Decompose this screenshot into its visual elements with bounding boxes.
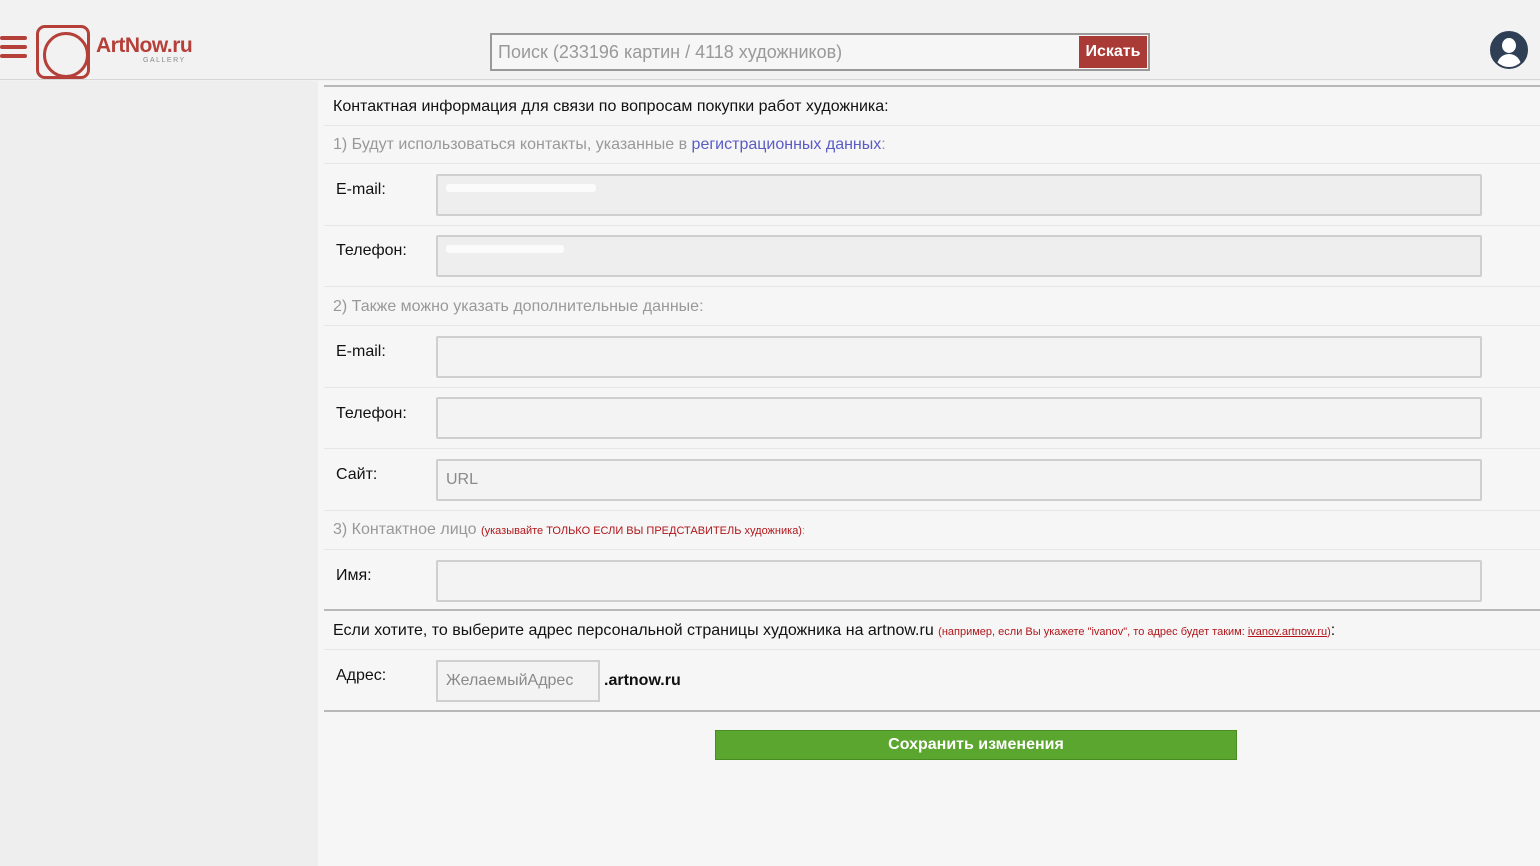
section1-colon: : [881, 136, 886, 153]
phone-row: Телефон: [324, 226, 1540, 287]
site-logo[interactable]: ArtNow.ru GALLERY [36, 25, 194, 79]
save-changes-button[interactable]: Сохранить изменения [715, 730, 1237, 760]
registration-data-link[interactable]: регистрационных данных [692, 136, 882, 153]
email2-field[interactable] [436, 336, 1482, 378]
address-row: Адрес: .artnow.ru [324, 650, 1540, 710]
section1-title: 1) Будут использоваться контакты, указан… [333, 136, 886, 154]
user-avatar-icon[interactable] [1490, 31, 1528, 69]
email2-label: E-mail: [336, 343, 386, 360]
menu-icon[interactable] [0, 36, 27, 60]
section3-text: 3) Контактное лицо [333, 521, 481, 538]
left-sidebar [0, 81, 318, 866]
email-label: E-mail: [336, 181, 386, 198]
email2-row: E-mail: [324, 326, 1540, 388]
contact-form: Контактная информация для связи по вопро… [318, 81, 1540, 866]
top-header: ArtNow.ru GALLERY Искать [0, 0, 1540, 80]
site-row: Сайт: [324, 449, 1540, 511]
site-label: Сайт: [336, 466, 378, 483]
section3-row: 3) Контактное лицо (указывайте ТОЛЬКО ЕС… [324, 511, 1540, 550]
form-intro-row: Контактная информация для связи по вопро… [324, 87, 1540, 126]
section1-row: 1) Будут использоваться контакты, указан… [324, 126, 1540, 164]
phone-field[interactable] [436, 235, 1482, 277]
example-address-link[interactable]: ivanov.artnow.ru [1248, 626, 1327, 638]
phone2-field[interactable] [436, 397, 1482, 439]
search-button[interactable]: Искать [1079, 36, 1147, 68]
search-input[interactable] [492, 35, 1078, 69]
name-row: Имя: [324, 550, 1540, 610]
logo-text: ArtNow.ru [96, 34, 193, 57]
address-label: Адрес: [336, 667, 387, 684]
phone2-row: Телефон: [324, 388, 1540, 449]
email-row: E-mail: [324, 164, 1540, 226]
section2-title: 2) Также можно указать дополнительные да… [333, 298, 704, 315]
address-intro: Если хотите, то выберите адрес персональ… [333, 622, 1335, 640]
address-colon: : [1330, 622, 1336, 639]
section2-row: 2) Также можно указать дополнительные да… [324, 287, 1540, 326]
section3-colon: : [801, 525, 806, 537]
phone-label: Телефон: [336, 242, 407, 259]
address-intro-row: Если хотите, то выберите адрес персональ… [324, 611, 1540, 650]
logo-subtitle: GALLERY [143, 57, 186, 64]
form-intro: Контактная информация для связи по вопро… [333, 98, 889, 115]
section3-note: (указывайте ТОЛЬКО ЕСЛИ ВЫ ПРЕДСТАВИТЕЛЬ… [480, 525, 802, 537]
search-bar: Искать [490, 33, 1150, 71]
address-note: (например, если Вы укажете "ivanov", то … [938, 626, 1331, 638]
section3-title: 3) Контактное лицо (указывайте ТОЛЬКО ЕС… [333, 521, 805, 539]
address-intro-text: Если хотите, то выберите адрес персональ… [333, 622, 939, 639]
email-field[interactable] [436, 174, 1482, 216]
address-domain-suffix: .artnow.ru [604, 672, 681, 689]
address-field[interactable] [436, 660, 600, 702]
logo-mark-icon [36, 25, 90, 79]
name-field[interactable] [436, 560, 1482, 602]
section1-text: 1) Будут использоваться контакты, указан… [333, 136, 692, 153]
phone2-label: Телефон: [336, 405, 407, 422]
site-field[interactable] [436, 459, 1482, 501]
name-label: Имя: [336, 567, 372, 584]
divider [324, 710, 1540, 712]
